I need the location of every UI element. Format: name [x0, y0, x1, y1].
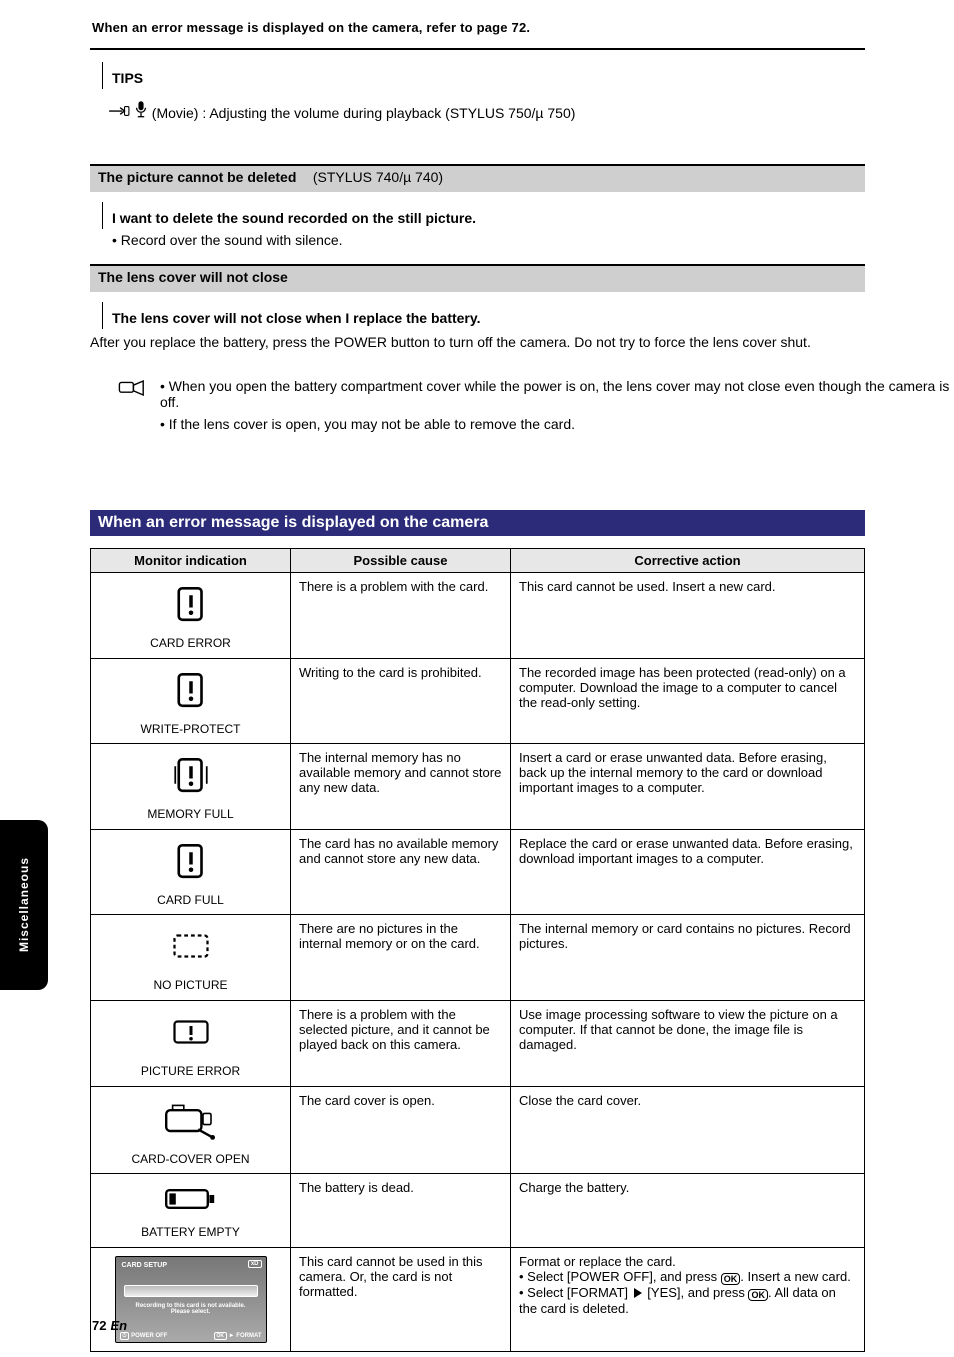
cam-ui-ok: OK ► FORMAT [214, 1332, 262, 1340]
no-picture-icon [99, 925, 282, 970]
action-cell: Replace the card or erase unwanted data.… [511, 829, 865, 915]
indication-label: PICTURE ERROR [99, 1064, 282, 1080]
tip-row: (Movie) : Adjusting the volume during pl… [108, 100, 575, 121]
page-number: 72En [92, 1318, 127, 1333]
cam-ui-msg-line: Please select. [122, 1309, 260, 1316]
table-row: NO PICTURE There are no pictures in the … [91, 915, 865, 1001]
indication-label: CARD ERROR [99, 636, 282, 652]
section-mark [102, 302, 103, 329]
action-cell: Format or replace the card. • Select [PO… [511, 1247, 865, 1351]
indication-label: WRITE-PROTECT [99, 722, 282, 738]
memory-full-icon [99, 754, 282, 799]
explanation-cell: The battery is dead. [291, 1174, 511, 1248]
note-icon [118, 378, 146, 403]
qa-question: I want to delete the sound recorded on t… [112, 210, 476, 226]
side-tab-label: Miscellaneous [17, 857, 31, 952]
explanation-cell: There is a problem with the selected pic… [291, 1000, 511, 1086]
table-row: PICTURE ERROR There is a problem with th… [91, 1000, 865, 1086]
indication-label: CARD FULL [99, 893, 282, 909]
action-cell: This card cannot be used. Insert a new c… [511, 573, 865, 659]
picture-error-icon [99, 1011, 282, 1056]
qa-answer-block: After you replace the battery, press the… [90, 332, 865, 362]
section-bar-title: The lens cover will not close [90, 266, 296, 288]
col-header-explanation: Possible cause [291, 549, 511, 573]
explanation-cell: The internal memory has no available mem… [291, 744, 511, 830]
section-mark [102, 62, 103, 89]
table-row: CARD SETUP xD Recording to this card is … [91, 1247, 865, 1351]
indication-label: CARD-COVER OPEN [99, 1152, 282, 1168]
error-section-title: When an error message is displayed on th… [90, 510, 865, 536]
cam-ui-message: Recording to this card is not available.… [122, 1303, 260, 1316]
card-full-icon [99, 840, 282, 885]
section-bar-cannot-delete: The picture cannot be deleted (STYLUS 74… [90, 164, 865, 192]
indication-label: NO PICTURE [99, 978, 282, 994]
explanation-cell: The card cover is open. [291, 1086, 511, 1174]
action-cell: The internal memory or card contains no … [511, 915, 865, 1001]
top-rule [90, 48, 865, 50]
tips-label: TIPS [112, 70, 143, 86]
action-cell: Insert a card or erase unwanted data. Be… [511, 744, 865, 830]
card-error-icon [99, 583, 282, 628]
ok-button-icon: OK [721, 1273, 741, 1285]
section-mark [102, 202, 103, 229]
qa-question: The lens cover will not close when I rep… [112, 310, 481, 326]
play-icon [634, 1288, 642, 1298]
cam-ui-highlight [124, 1285, 258, 1297]
table-row: CARD FULL The card has no available memo… [91, 829, 865, 915]
card-setup-ui-preview: CARD SETUP xD Recording to this card is … [115, 1256, 267, 1343]
note-point: • If the lens cover is open, you may not… [160, 416, 575, 432]
error-table: Monitor indication Possible cause Correc… [90, 548, 865, 1352]
noteref-icon [108, 105, 134, 121]
note-point: • When you open the battery compartment … [160, 378, 954, 410]
explanation-cell: There are no pictures in the internal me… [291, 915, 511, 1001]
table-row: WRITE-PROTECT Writing to the card is pro… [91, 658, 865, 744]
side-tab: Miscellaneous [0, 820, 48, 990]
section-bar-subtitle: (STYLUS 740/µ 740) [309, 169, 443, 185]
table-row: BATTERY EMPTY The battery is dead. Charg… [91, 1174, 865, 1248]
microphone-icon [134, 105, 152, 121]
battery-empty-icon [99, 1184, 282, 1217]
section-bar-title: The picture cannot be deleted [90, 166, 304, 188]
cover-open-icon [99, 1097, 282, 1144]
explanation-cell: There is a problem with the card. [291, 573, 511, 659]
col-header-indication: Monitor indication [91, 549, 291, 573]
indication-label: MEMORY FULL [99, 807, 282, 823]
table-row: MEMORY FULL The internal memory has no a… [91, 744, 865, 830]
action-cell: Close the card cover. [511, 1086, 865, 1174]
table-row: CARD ERROR There is a problem with the c… [91, 573, 865, 659]
action-cell: Use image processing software to view th… [511, 1000, 865, 1086]
table-row: CARD-COVER OPEN The card cover is open. … [91, 1086, 865, 1174]
explanation-cell: Writing to the card is prohibited. [291, 658, 511, 744]
indication-label: BATTERY EMPTY [99, 1225, 282, 1241]
explanation-cell: The card has no available memory and can… [291, 829, 511, 915]
explanation-cell: This card cannot be used in this camera.… [291, 1247, 511, 1351]
action-cell: Charge the battery. [511, 1174, 865, 1248]
cam-ui-xd-badge: xD [248, 1260, 262, 1268]
cam-ui-msg-line: Recording to this card is not available. [122, 1303, 260, 1310]
write-protect-icon [99, 669, 282, 714]
section-bar-lens-cover: The lens cover will not close [90, 264, 865, 292]
cam-ui-footer: ⏻ POWER OFF OK ► FORMAT [120, 1332, 262, 1340]
cam-ui-title: CARD SETUP [122, 1262, 168, 1269]
tip-text: (Movie) : Adjusting the volume during pl… [152, 105, 576, 121]
action-cell: The recorded image has been protected (r… [511, 658, 865, 744]
qa-answer: • Record over the sound with silence. [112, 232, 343, 248]
col-header-action: Corrective action [511, 549, 865, 573]
qa-answer: After you replace the battery, press the… [90, 332, 865, 352]
ok-button-icon: OK [748, 1289, 768, 1301]
page-header: When an error message is displayed on th… [92, 20, 530, 35]
